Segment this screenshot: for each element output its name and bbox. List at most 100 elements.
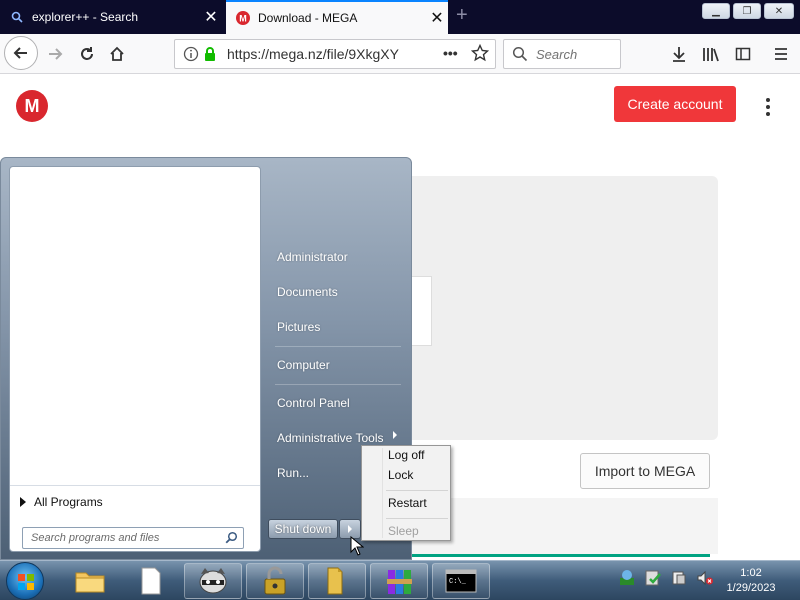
taskbar-command-prompt[interactable]: C:\_	[432, 563, 490, 599]
close-tab-icon[interactable]: ✕	[200, 7, 222, 27]
reload-icon	[81, 47, 93, 60]
action-center-icon[interactable]	[670, 569, 688, 590]
submenu-arrow-icon	[393, 431, 397, 439]
new-tab-icon[interactable]: +	[456, 4, 468, 27]
close-tab-icon[interactable]: ✕	[426, 8, 448, 28]
download-arrow-icon	[673, 47, 685, 62]
url-text: https://mega.nz/file/9XkgXY	[227, 46, 399, 62]
back-button[interactable]	[4, 36, 38, 70]
taskbar-winrar-app[interactable]	[370, 563, 428, 599]
page-actions-icon[interactable]: •••	[443, 45, 458, 61]
document-icon	[141, 567, 161, 595]
taskbar-file-explorer[interactable]	[70, 563, 110, 599]
info-icon[interactable]	[183, 46, 199, 65]
mega-logo[interactable]: M	[16, 90, 48, 122]
taskbar-raccoon-app[interactable]	[184, 563, 242, 599]
tab-explorer-search[interactable]: explorer++ - Search ✕	[0, 0, 222, 34]
start-menu: All Programs Search programs and files A…	[0, 157, 412, 560]
chevron-right-icon	[348, 525, 352, 533]
search-icon	[512, 46, 528, 65]
svg-text:C:\_: C:\_	[449, 578, 467, 586]
expand-arrow-icon	[20, 496, 26, 507]
menu-button[interactable]	[766, 39, 796, 69]
tab-title: Download - MEGA	[258, 11, 358, 25]
shutdown-button[interactable]: Shut down	[268, 519, 338, 539]
menu-item-restart[interactable]: Restart	[388, 496, 427, 510]
start-item-run[interactable]: Run...	[277, 466, 309, 480]
close-window-button[interactable]: ✕	[764, 3, 794, 19]
volume-muted-icon[interactable]	[696, 569, 714, 590]
separator	[386, 518, 448, 519]
system-tray	[618, 569, 714, 590]
download-panel	[406, 498, 718, 554]
taskbar-blank-document[interactable]	[134, 563, 168, 599]
menu-gutter	[382, 448, 383, 538]
home-button[interactable]	[102, 39, 132, 69]
search-input[interactable]: Search	[503, 39, 621, 69]
download-progress-bar	[406, 554, 710, 557]
network-icon[interactable]	[618, 569, 636, 590]
folder-icon	[75, 572, 105, 593]
start-item-documents[interactable]: Documents	[277, 285, 338, 299]
taskbar: C:\_ 1:02 1/29/2023	[0, 560, 800, 600]
svg-text:M: M	[239, 14, 247, 24]
separator	[275, 346, 401, 347]
tab-title: explorer++ - Search	[32, 10, 139, 24]
system-clock[interactable]: 1:02 1/29/2023	[716, 566, 786, 596]
back-arrow-icon	[13, 47, 27, 59]
navigation-toolbar: https://mega.nz/file/9XkgXY ••• Search	[0, 34, 800, 74]
all-programs-item[interactable]: All Programs	[10, 485, 260, 517]
start-button[interactable]	[6, 562, 44, 600]
mega-icon: M	[236, 11, 250, 25]
menu-item-log-off[interactable]: Log off	[388, 448, 424, 462]
tab-mega-download[interactable]: M Download - MEGA ✕	[226, 0, 448, 34]
more-options-icon[interactable]	[762, 96, 774, 118]
address-bar[interactable]: https://mega.nz/file/9XkgXY •••	[174, 39, 496, 69]
bookmark-star-icon[interactable]	[470, 43, 490, 65]
library-icon	[703, 48, 719, 62]
padlock-icon	[264, 566, 286, 595]
raccoon-icon	[199, 568, 227, 594]
create-account-button[interactable]: Create account	[614, 86, 736, 122]
forward-button[interactable]	[40, 39, 70, 69]
secure-lock-icon[interactable]	[203, 46, 217, 65]
downloads-button[interactable]	[664, 39, 694, 69]
reload-button[interactable]	[72, 39, 102, 69]
separator	[386, 490, 448, 491]
search-icon	[10, 10, 24, 24]
start-search-input[interactable]: Search programs and files	[22, 527, 244, 549]
windows-logo-icon	[18, 574, 34, 590]
import-to-mega-button[interactable]: Import to MEGA	[580, 453, 710, 489]
mouse-cursor-icon	[350, 535, 365, 559]
file-preview-panel	[406, 176, 718, 440]
taskbar-folder-app[interactable]	[308, 563, 366, 599]
browser-tab-bar: explorer++ - Search ✕ M Download - MEGA …	[0, 0, 800, 34]
library-button[interactable]	[696, 39, 726, 69]
start-menu-programs-pane: All Programs Search programs and files	[9, 166, 261, 552]
command-prompt-icon: C:\_	[445, 569, 477, 593]
taskbar-lock-app[interactable]	[246, 563, 304, 599]
start-item-administrative-tools[interactable]: Administrative Tools	[277, 431, 384, 445]
security-check-icon[interactable]	[644, 569, 662, 590]
menu-item-sleep: Sleep	[388, 524, 419, 538]
sidebar-button[interactable]	[728, 39, 758, 69]
home-icon	[110, 46, 124, 61]
forward-arrow-icon	[49, 48, 63, 60]
menu-item-lock[interactable]: Lock	[388, 468, 413, 482]
start-item-computer[interactable]: Computer	[277, 358, 330, 372]
sidebar-icon	[735, 47, 751, 61]
search-placeholder: Search	[536, 47, 578, 62]
start-item-pictures[interactable]: Pictures	[277, 320, 320, 334]
shutdown-options-menu: Log off Lock Restart Sleep	[361, 445, 451, 541]
restore-button[interactable]: ❐	[733, 3, 761, 19]
folder-tall-icon	[327, 567, 343, 595]
window-controls: ▁ ❐ ✕	[702, 3, 794, 19]
search-icon	[225, 531, 238, 547]
clock-time: 1:02	[740, 567, 762, 579]
all-programs-label: All Programs	[34, 494, 103, 509]
start-item-control-panel[interactable]: Control Panel	[277, 396, 350, 410]
start-item-administrator[interactable]: Administrator	[277, 250, 348, 264]
minimize-button[interactable]: ▁	[702, 3, 730, 19]
separator	[275, 384, 401, 385]
start-search-placeholder: Search programs and files	[31, 532, 160, 544]
